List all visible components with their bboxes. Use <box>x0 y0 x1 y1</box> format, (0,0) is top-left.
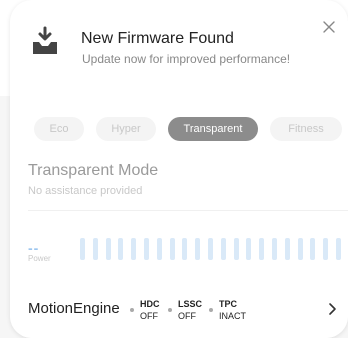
status-dot <box>209 308 213 312</box>
power-bar <box>310 238 315 260</box>
status-name: TPC <box>219 299 237 309</box>
notification-subtitle: Update now for improved performance! <box>82 52 291 66</box>
mode-title: Transparent Mode <box>28 162 159 179</box>
power-bar <box>144 238 149 260</box>
power-level-bars <box>80 238 348 260</box>
power-bar <box>106 238 111 260</box>
power-bar <box>246 238 251 260</box>
power-bar <box>182 238 187 260</box>
power-bar <box>234 238 239 260</box>
download-tray-icon <box>33 26 57 54</box>
power-bar <box>323 238 328 260</box>
power-bar <box>80 238 85 260</box>
power-bar <box>131 238 136 260</box>
power-bar <box>298 238 303 260</box>
status-value: INACT <box>219 311 246 321</box>
status-value: OFF <box>140 311 158 321</box>
motion-engine-label: MotionEngine <box>28 300 120 317</box>
power-bar <box>157 238 162 260</box>
power-bar <box>195 238 200 260</box>
status-dot <box>130 308 134 312</box>
power-bar <box>336 238 341 260</box>
tab-transparent[interactable]: Transparent <box>168 117 258 141</box>
status-name: LSSC <box>178 299 203 309</box>
power-bar <box>170 238 175 260</box>
status-value: OFF <box>178 311 196 321</box>
close-icon[interactable] <box>322 20 336 34</box>
power-bar <box>272 238 277 260</box>
power-bar <box>118 238 123 260</box>
divider <box>28 210 348 211</box>
tab-eco[interactable]: Eco <box>34 117 84 141</box>
chevron-right-icon[interactable] <box>328 302 338 316</box>
power-bar <box>221 238 226 260</box>
notification-title: New Firmware Found <box>81 30 234 47</box>
power-label: Power <box>28 254 51 263</box>
status-dot <box>168 308 172 312</box>
tab-fitness[interactable]: Fitness <box>270 117 342 141</box>
power-bar <box>93 238 98 260</box>
tab-hyper[interactable]: Hyper <box>96 117 156 141</box>
power-bar <box>259 238 264 260</box>
status-name: HDC <box>140 299 160 309</box>
mode-description: No assistance provided <box>28 185 143 197</box>
power-bar <box>208 238 213 260</box>
power-bar <box>285 238 290 260</box>
